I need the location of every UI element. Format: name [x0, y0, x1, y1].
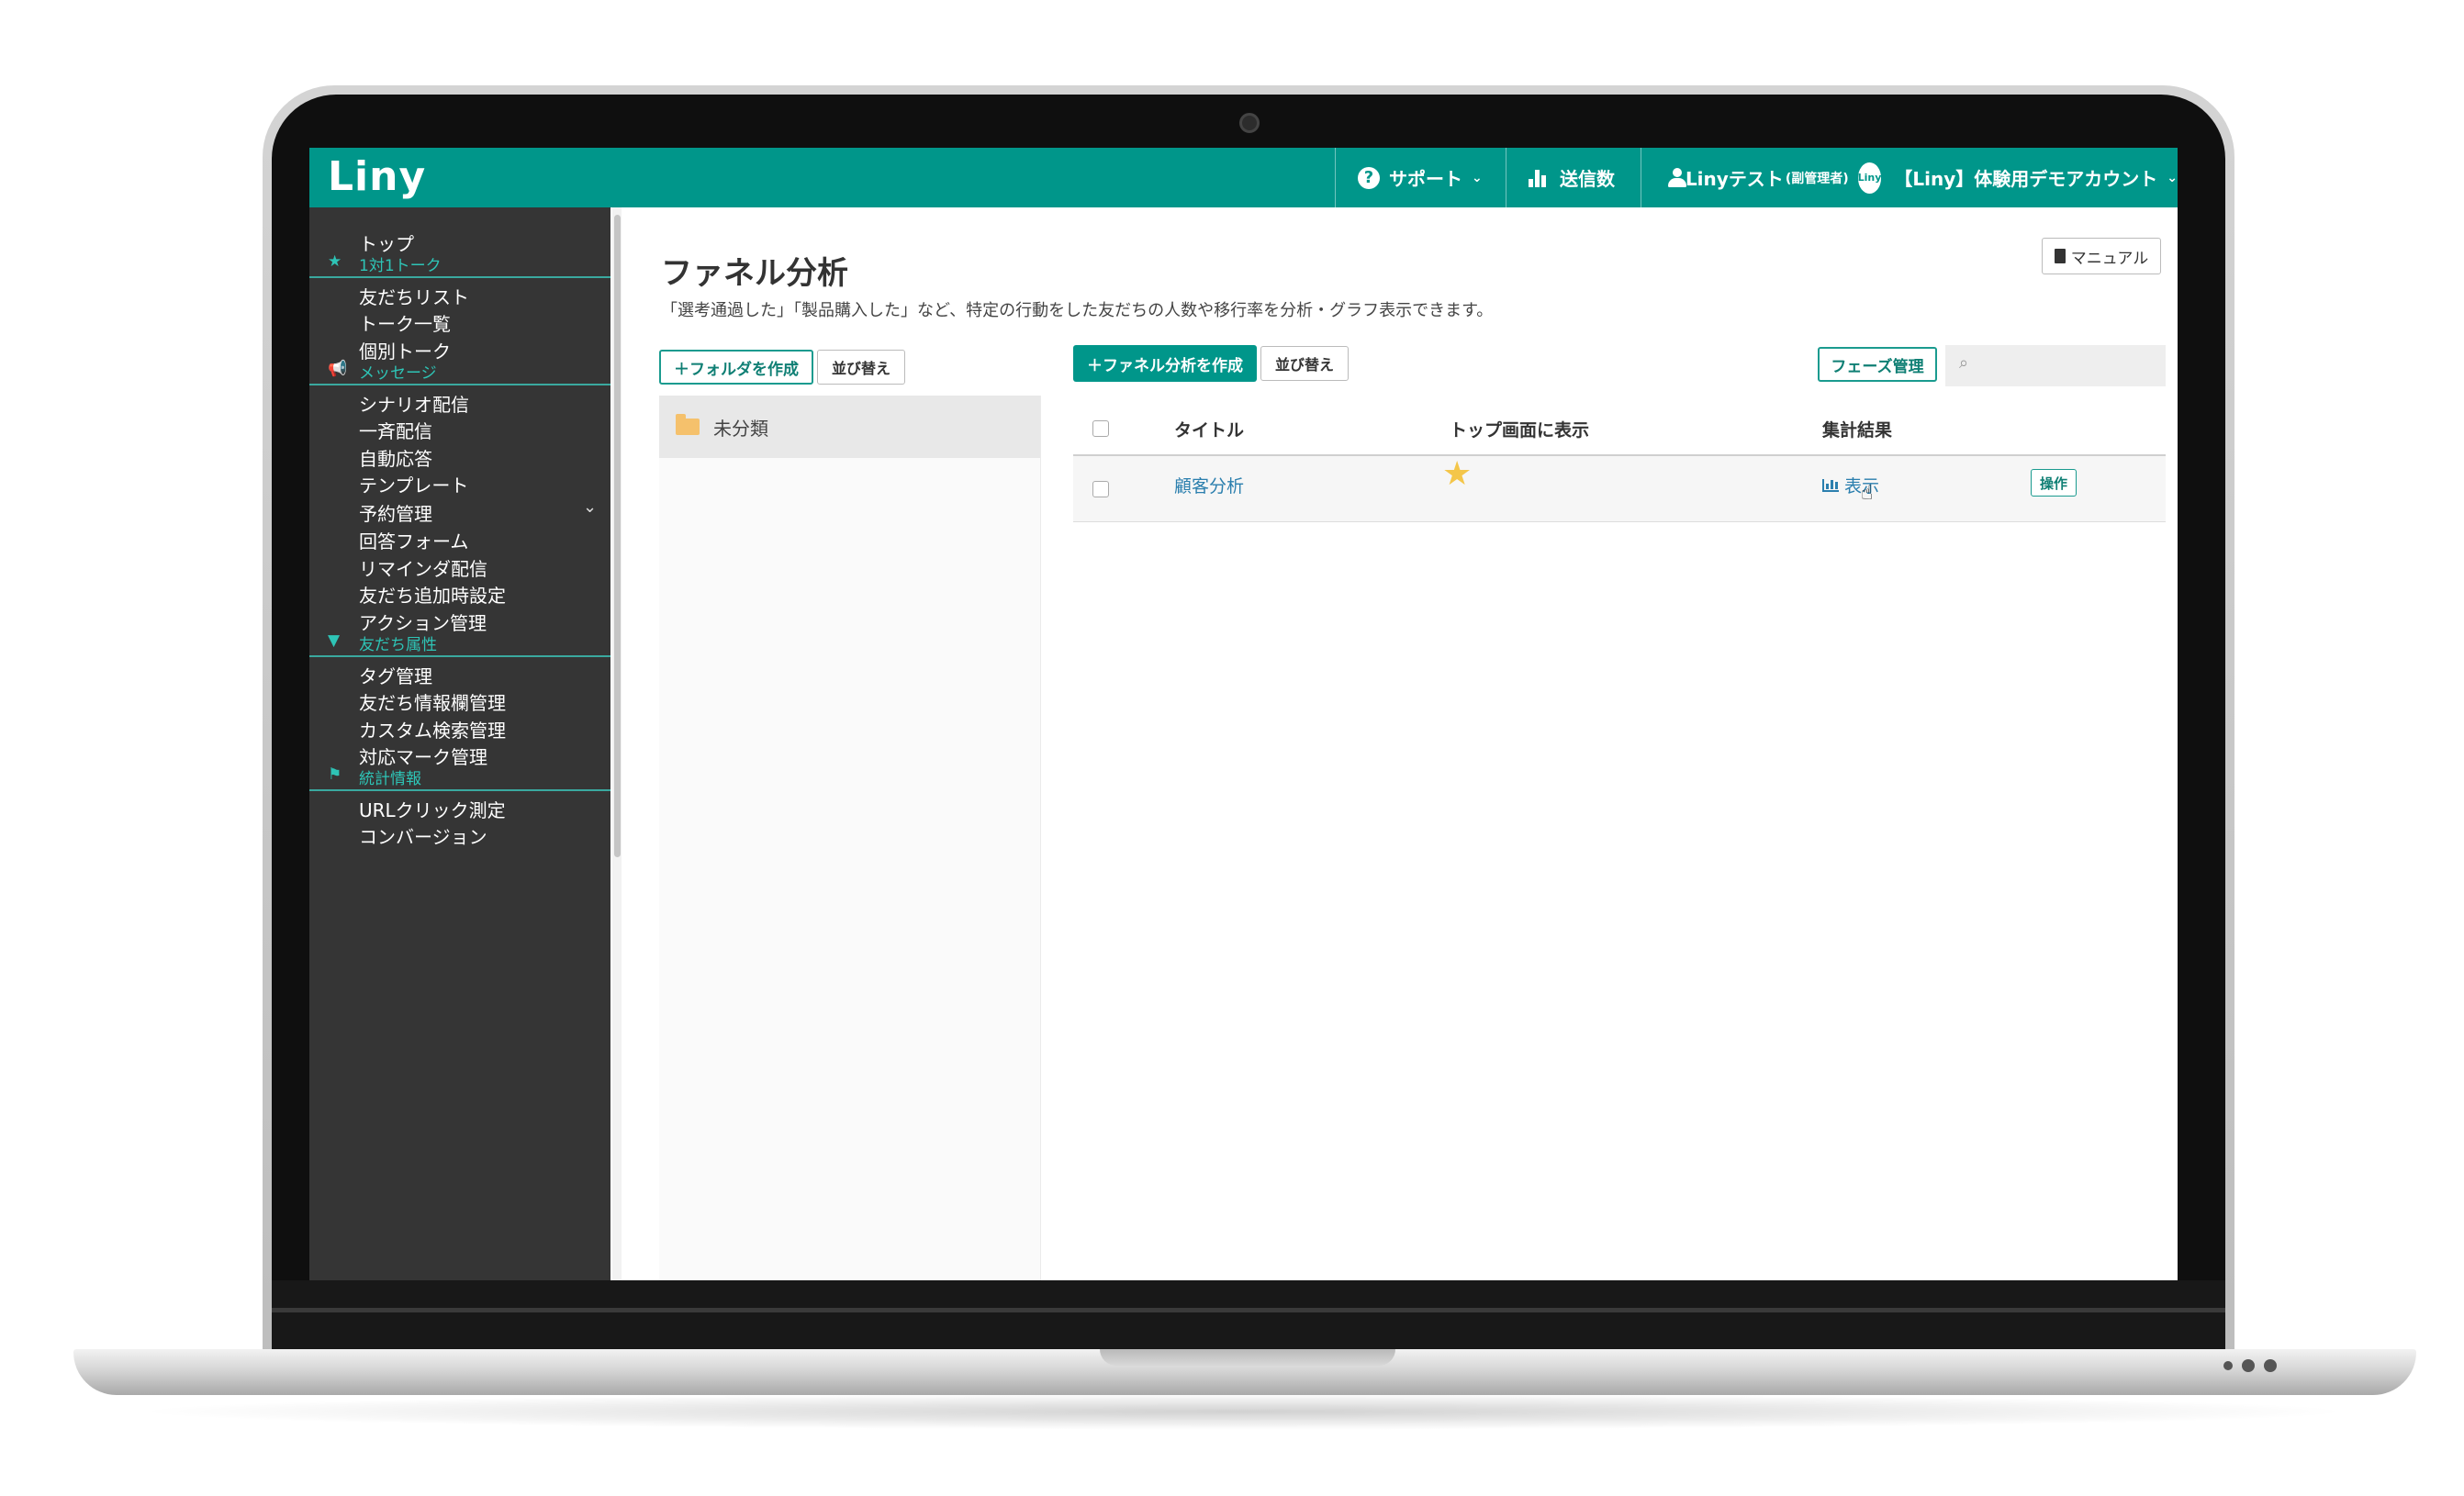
search-input[interactable]	[1945, 345, 2166, 386]
sidebar-item-friend-add-settings[interactable]: 友だち追加時設定	[359, 581, 506, 608]
account-logo-icon: Liny	[1857, 162, 1882, 194]
sidebar-section-attributes: ▼ 友だち属性	[309, 631, 610, 657]
create-funnel-button[interactable]: ＋ファネル分析を作成	[1073, 345, 1257, 382]
laptop-shadow	[129, 1393, 2359, 1430]
sidebar-section-stats: ⚑ 統計情報	[309, 765, 610, 791]
user-icon	[1667, 167, 1686, 188]
chevron-down-icon[interactable]: ⌄	[583, 497, 597, 517]
column-header-show-on-top: トップ画面に表示	[1450, 420, 1590, 441]
status-dot	[2242, 1359, 2255, 1372]
sidebar-scroll-thumb[interactable]	[614, 215, 621, 857]
folder-panel	[659, 396, 1041, 1280]
sidebar-item-conversion[interactable]: コンバージョン	[359, 822, 487, 849]
support-menu[interactable]: ? サポート ⌄	[1335, 148, 1506, 207]
app-screen: Liny ? サポート ⌄ 送信数 Linyテスト (副管理者) Liny 【L…	[309, 148, 2178, 1280]
phase-manage-button[interactable]: フェーズ管理	[1818, 347, 1937, 382]
star-icon[interactable]: ★	[1442, 458, 1472, 491]
funnel-sort-button[interactable]: 並び替え	[1260, 346, 1349, 381]
sidebar-item-talk-list[interactable]: トーク一覧	[359, 309, 451, 336]
megaphone-icon: 📢	[328, 360, 348, 378]
page-description: 「選考通過した」「製品購入した」など、特定の行動をした友だちの人数や移行率を分析…	[661, 301, 1494, 320]
user-role: (副管理者)	[1785, 171, 1849, 186]
sent-count-button[interactable]: 送信数	[1506, 148, 1641, 207]
sidebar-item-template[interactable]: テンプレート	[359, 471, 468, 497]
status-dot	[2223, 1361, 2233, 1370]
page-title: ファネル分析	[661, 255, 848, 292]
sidebar-item-friend-info[interactable]: 友だち情報欄管理	[359, 688, 506, 715]
account-menu[interactable]: Linyテスト (副管理者) Liny 【Liny】体験用デモアカウント ⌄	[1641, 148, 2178, 207]
hand-cursor-icon: ☝	[1861, 482, 1874, 505]
bar-chart-icon	[1822, 479, 1839, 492]
funnel-title-link[interactable]: 顧客分析	[1174, 473, 1244, 497]
column-header-result: 集計結果	[1822, 420, 1893, 441]
laptop-base-notch	[1100, 1349, 1395, 1366]
chevron-down-icon: ⌄	[2167, 170, 2178, 185]
sidebar-section-message: 📢 メッセージ	[309, 360, 610, 385]
sidebar-item-reservation[interactable]: 予約管理	[359, 499, 432, 526]
chevron-down-icon: ⌄	[1472, 170, 1483, 185]
account-name: 【Liny】体験用デモアカウント	[1894, 168, 2158, 190]
top-bar: Liny ? サポート ⌄ 送信数 Linyテスト (副管理者) Liny 【L…	[309, 148, 2178, 207]
sidebar-item-answer-form[interactable]: 回答フォーム	[359, 527, 468, 553]
create-folder-button[interactable]: ＋フォルダを作成	[659, 350, 813, 385]
sidebar: トップ ★ 1対1トーク 友だちリスト トーク一覧 個別トーク 📢 メッセージ …	[309, 207, 610, 1280]
filter-icon: ▼	[328, 631, 341, 650]
folder-name: 未分類	[713, 418, 768, 440]
star-icon: ★	[328, 252, 342, 271]
sidebar-item-url-click[interactable]: URLクリック測定	[359, 796, 506, 822]
laptop-hinge-line	[272, 1308, 2225, 1312]
plus-icon: ＋	[1087, 356, 1103, 375]
sidebar-item-scenario[interactable]: シナリオ配信	[359, 390, 469, 417]
camera	[1239, 113, 1260, 133]
plus-icon: ＋	[674, 360, 689, 379]
column-header-title: タイトル	[1174, 420, 1245, 441]
manual-button[interactable]: マニュアル	[2042, 238, 2161, 274]
row-checkbox[interactable]	[1092, 481, 1109, 497]
liny-logo[interactable]: Liny	[328, 153, 426, 200]
sidebar-item-custom-search[interactable]: カスタム検索管理	[359, 716, 506, 742]
sidebar-item-auto-reply[interactable]: 自動応答	[359, 444, 432, 471]
folder-sort-button[interactable]: 並び替え	[817, 350, 905, 385]
help-icon: ?	[1358, 166, 1380, 189]
bar-chart-icon	[1529, 169, 1549, 187]
user-name: Linyテスト	[1685, 168, 1784, 190]
sidebar-item-tag[interactable]: タグ管理	[359, 662, 432, 688]
select-all-checkbox[interactable]	[1092, 420, 1109, 437]
folder-icon	[676, 414, 700, 435]
action-button[interactable]: 操作	[2031, 469, 2077, 497]
sidebar-section-talk: ★ 1対1トーク	[309, 252, 610, 278]
sent-count-label: 送信数	[1560, 168, 1615, 190]
support-label: サポート	[1389, 168, 1462, 190]
book-icon	[2054, 249, 2066, 263]
flag-icon: ⚑	[328, 765, 342, 784]
status-dot	[2264, 1359, 2277, 1372]
sidebar-item-reminder[interactable]: リマインダ配信	[359, 554, 487, 581]
sidebar-item-broadcast[interactable]: 一斉配信	[359, 417, 432, 443]
sidebar-item-friend-list[interactable]: 友だちリスト	[359, 283, 469, 309]
search-icon: ⌕	[1959, 353, 1969, 373]
